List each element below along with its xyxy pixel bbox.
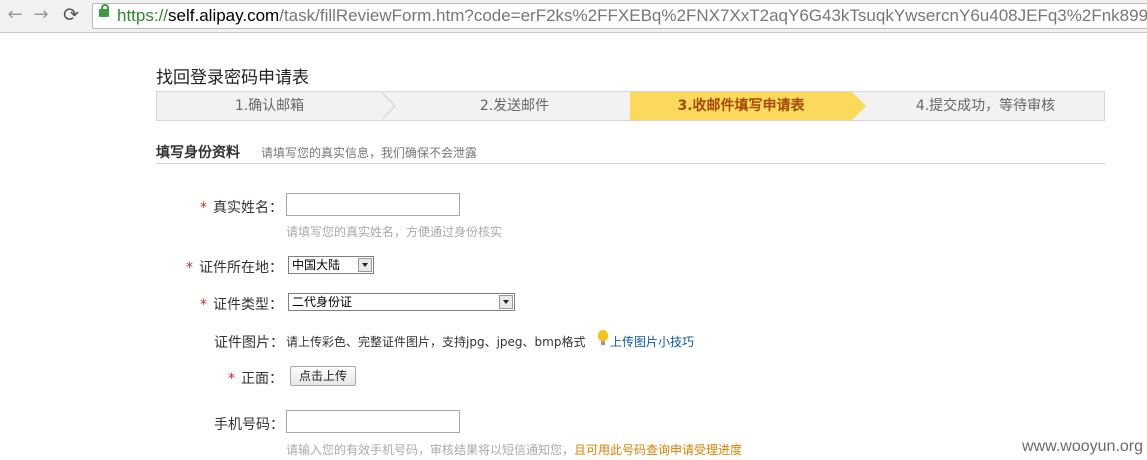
id-photo-instructions: 请上传彩色、完整证件图片，支持jpg、jpeg、bmp格式 <box>286 335 586 349</box>
id-region-label: * 证件所在地： <box>186 257 283 277</box>
url-path: /task/fillReviewForm.htm?code=erF2ks%2FF… <box>279 6 1147 25</box>
upload-tips-link[interactable]: 上传图片小技巧 <box>610 333 694 350</box>
forward-arrow-icon[interactable]: → <box>30 4 52 26</box>
id-type-select[interactable]: 二代身份证 <box>288 293 515 311</box>
real-name-label: * 真实姓名： <box>200 197 283 217</box>
id-region-label-text: 证件所在地： <box>199 260 283 276</box>
progress-steps: 1.确认邮箱 2.发送邮件 3.收邮件填写申请表 4.提交成功，等待审核 <box>156 91 1105 121</box>
browser-toolbar: ← → ⟳ https://self.alipay.com/task/fillR… <box>0 0 1147 33</box>
watermark: www.wooyun.org <box>1022 438 1143 455</box>
real-name-label-text: 真实姓名： <box>213 200 283 216</box>
section-title: 填写身份资料 <box>156 145 240 161</box>
section-header: 填写身份资料 请填写您的真实信息，我们确保不会泄露 <box>156 141 1105 164</box>
step-separator-icon <box>381 92 396 120</box>
url-text: https://self.alipay.com/task/fillReviewF… <box>117 6 1147 26</box>
lock-icon <box>99 4 109 17</box>
phone-hint-accent: 且可用此号码查询申请受理进度 <box>574 443 743 457</box>
id-type-selected: 二代身份证 <box>292 295 353 309</box>
step-3-active: 3.收邮件填写申请表 <box>630 92 852 120</box>
url-scheme: https:// <box>117 6 169 25</box>
real-name-hint: 请填写您的真实姓名，方便通过身份核实 <box>286 225 503 239</box>
chevron-down-icon[interactable] <box>499 295 513 309</box>
step-4: 4.提交成功，等待审核 <box>915 98 1056 114</box>
required-mark: * <box>200 297 207 313</box>
back-arrow-icon[interactable]: ← <box>4 4 26 26</box>
front-label: * 正面： <box>228 368 283 388</box>
id-region-selected: 中国大陆 <box>292 258 341 272</box>
real-name-input[interactable] <box>286 193 460 216</box>
phone-input[interactable] <box>286 410 460 433</box>
front-label-text: 正面： <box>241 371 283 387</box>
reload-icon[interactable]: ⟳ <box>60 4 82 26</box>
id-photo-label: 证件图片： <box>214 335 284 351</box>
address-bar[interactable]: https://self.alipay.com/task/fillReviewF… <box>92 3 1147 29</box>
url-host: self.alipay.com <box>168 6 280 25</box>
step-active-arrow-icon <box>852 92 866 120</box>
section-description: 请填写您的真实信息，我们确保不会泄露 <box>261 146 478 160</box>
required-mark: * <box>228 371 235 387</box>
phone-label: 手机号码： <box>214 417 284 433</box>
required-mark: * <box>200 200 207 216</box>
id-type-label: * 证件类型： <box>200 294 283 314</box>
step-2: 2.发送邮件 <box>479 98 550 114</box>
step-1: 1.确认邮箱 <box>234 98 305 114</box>
id-type-label-text: 证件类型： <box>213 297 283 313</box>
lightbulb-icon <box>598 330 608 345</box>
chevron-down-icon[interactable] <box>358 258 372 272</box>
required-mark: * <box>186 260 193 276</box>
page-title: 找回登录密码申请表 <box>156 68 309 88</box>
id-region-select[interactable]: 中国大陆 <box>288 256 374 274</box>
phone-hint-text: 请输入您的有效手机号码，审核结果将以短信通知您， <box>286 443 575 457</box>
upload-button[interactable]: 点击上传 <box>290 366 357 386</box>
phone-hint: 请输入您的有效手机号码，审核结果将以短信通知您，且可用此号码查询申请受理进度 <box>286 441 742 458</box>
